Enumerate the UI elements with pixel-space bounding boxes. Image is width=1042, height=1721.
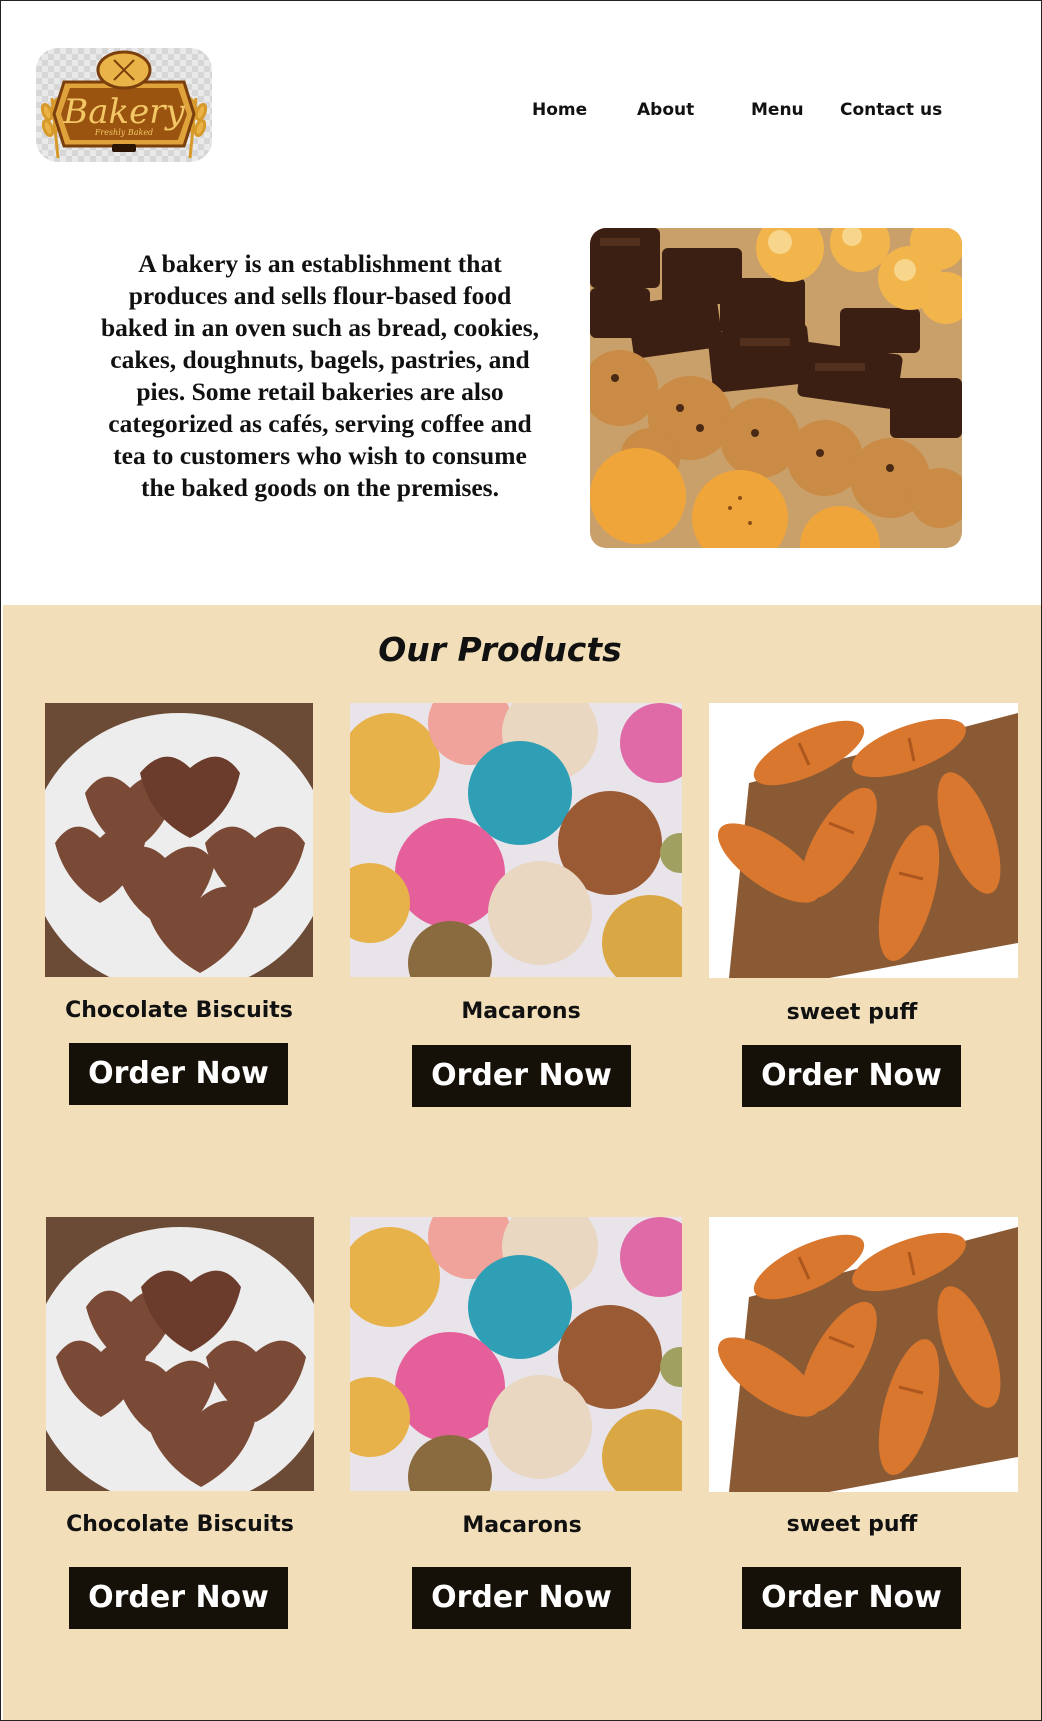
intro-paragraph: A bakery is an establishment that produc… [100, 249, 540, 502]
chocolate-biscuits-image [46, 1217, 314, 1491]
nav-home-link[interactable]: Home [532, 100, 587, 124]
product-name: sweet puff [786, 1512, 918, 1537]
nav-menu-link[interactable]: Menu [751, 100, 804, 124]
order-now-button[interactable]: Order Now [412, 1567, 631, 1629]
product-name: Chocolate Biscuits [66, 1512, 294, 1537]
logo-tagline-text: Freshly Baked [94, 128, 154, 137]
order-now-button[interactable]: Order Now [742, 1045, 961, 1107]
order-now-button[interactable]: Order Now [742, 1567, 961, 1629]
croissants-image [709, 1217, 1018, 1492]
products-title: Our Products [378, 630, 622, 669]
product-name: Chocolate Biscuits [65, 998, 293, 1023]
order-now-button[interactable]: Order Now [69, 1043, 288, 1105]
macarons-image [350, 1217, 682, 1491]
order-now-button[interactable]: Order Now [412, 1045, 631, 1107]
assorted-baked-goods-image [590, 228, 962, 548]
chocolate-biscuits-image [45, 703, 313, 977]
bakery-logo[interactable]: Bakery Freshly Baked [36, 48, 212, 162]
product-name: sweet puff [786, 1000, 918, 1025]
macarons-image [350, 703, 682, 977]
croissants-image [709, 703, 1018, 978]
product-name: Macarons [462, 1513, 582, 1538]
nav-about-link[interactable]: About [637, 100, 694, 124]
logo-brand-text: Bakery [63, 92, 185, 132]
product-name: Macarons [461, 999, 581, 1024]
nav-contact-link[interactable]: Contact us [840, 100, 942, 124]
order-now-button[interactable]: Order Now [69, 1567, 288, 1629]
